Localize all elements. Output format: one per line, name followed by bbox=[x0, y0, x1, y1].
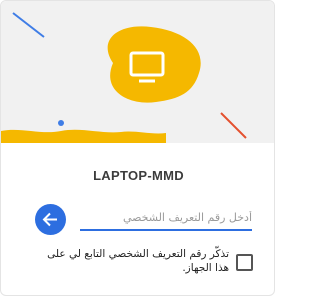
device-banner bbox=[1, 1, 274, 143]
back-button[interactable] bbox=[35, 204, 66, 235]
decor-wave bbox=[1, 129, 166, 143]
decor-line-red bbox=[220, 112, 247, 139]
pin-login-dialog: LAPTOP-MMD تذكّر رقم التعريف الشخصي التا… bbox=[0, 0, 279, 300]
arrow-left-icon bbox=[42, 212, 57, 227]
decor-dot bbox=[58, 120, 64, 126]
decor-line-blue bbox=[12, 12, 45, 38]
device-card: LAPTOP-MMD تذكّر رقم التعريف الشخصي التا… bbox=[0, 0, 275, 296]
decor-blob bbox=[107, 26, 201, 103]
pin-input[interactable] bbox=[80, 207, 252, 231]
banner-illustration bbox=[1, 12, 247, 143]
remember-pin-row: تذكّر رقم التعريف الشخصي التابع لي على ه… bbox=[31, 247, 255, 279]
remember-pin-label[interactable]: تذكّر رقم التعريف الشخصي التابع لي على ه… bbox=[34, 247, 229, 275]
remember-pin-checkbox[interactable] bbox=[236, 254, 253, 271]
device-name: LAPTOP-MMD bbox=[93, 168, 184, 183]
